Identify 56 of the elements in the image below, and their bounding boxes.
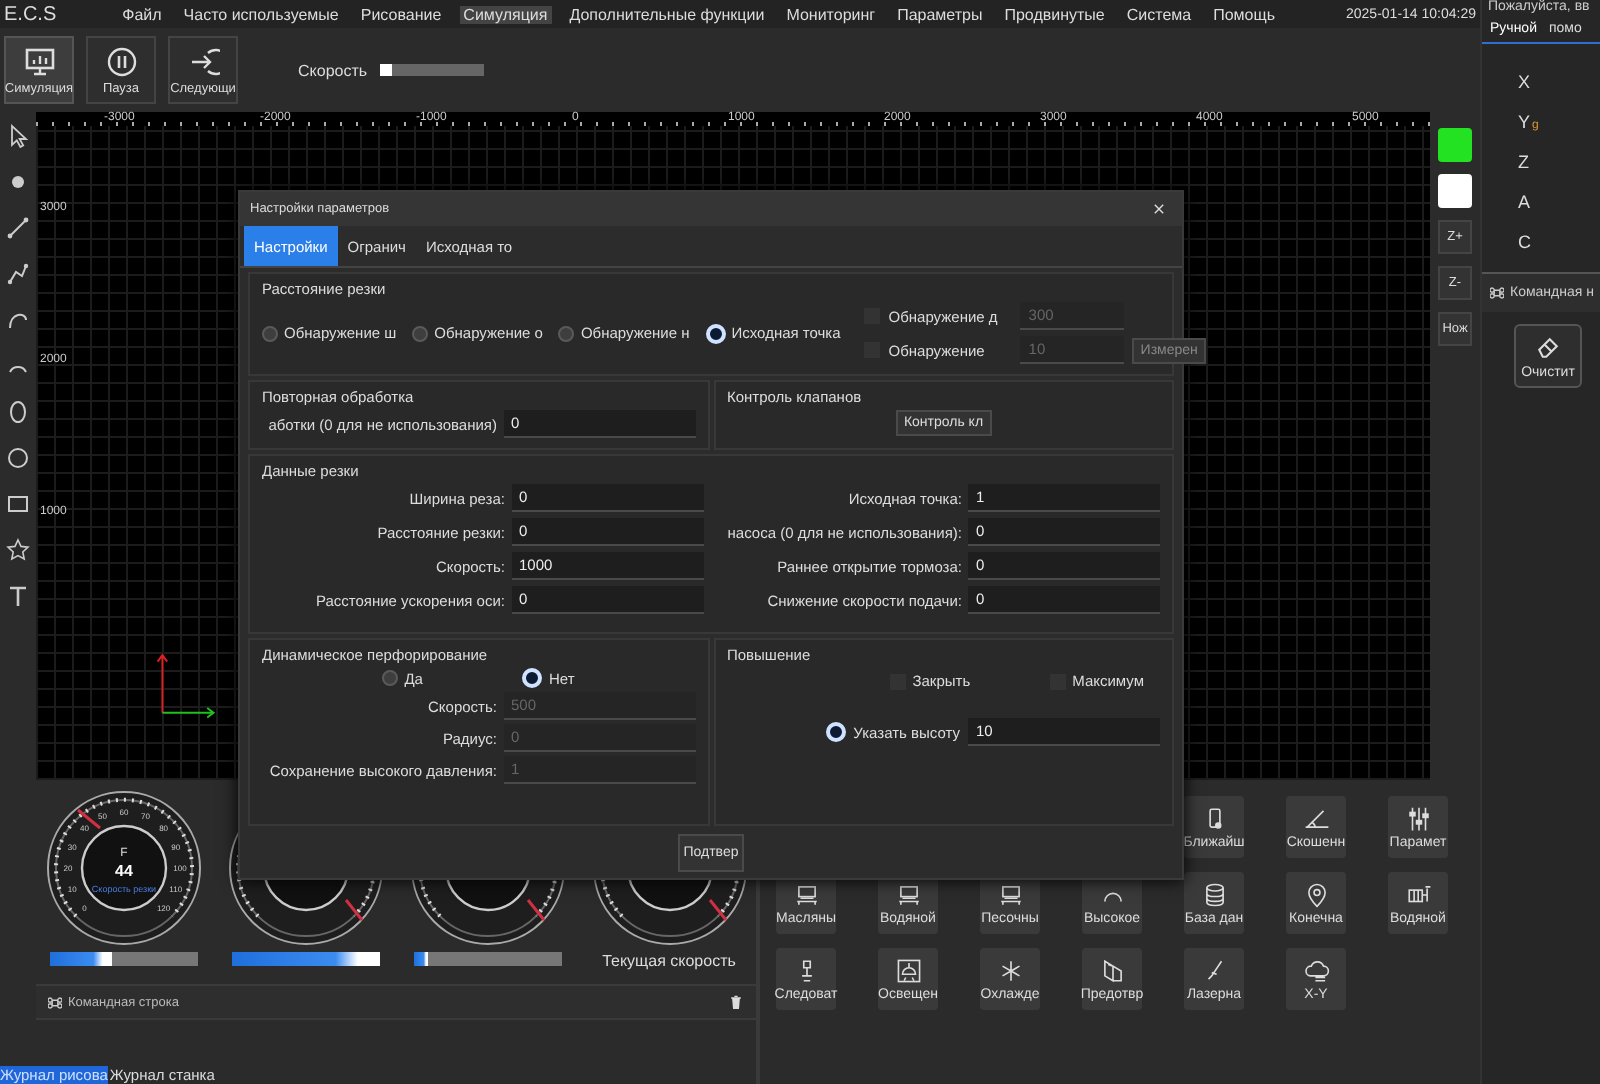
menu-item[interactable]: Помощь [1209,5,1279,23]
text-tool-icon[interactable] [6,584,30,608]
command-icon [1490,286,1504,300]
monitor-icon [23,45,55,77]
speed-slider[interactable] [379,64,484,76]
menu-item[interactable]: Продвинутые [1000,5,1109,23]
radio-button[interactable] [412,325,429,341]
angle-icon [1303,805,1329,831]
database-icon [1201,881,1227,907]
line-tool-icon[interactable] [6,216,30,240]
menu-item[interactable]: Параметры [893,5,987,23]
radio-button[interactable] [382,670,399,686]
star-tool-icon[interactable] [6,538,30,562]
axis-label: C [1518,232,1531,252]
color-swatch[interactable] [1438,174,1472,208]
axis-label: Z [1518,152,1529,172]
ellipse-tool-icon[interactable] [6,400,30,424]
sliders-icon [1405,805,1431,831]
lamp-icon [895,957,921,983]
menu-item[interactable]: Файл [118,5,166,23]
polyline-tool-icon[interactable] [6,262,30,286]
circle-tool-icon[interactable] [6,446,30,470]
curve-tool-icon[interactable] [6,308,30,332]
machine-icon [895,881,921,907]
menu-item[interactable]: Мониторинг [782,5,880,23]
axis-label: X [1518,72,1531,92]
trash-icon[interactable] [728,994,744,1010]
machine-icon [793,881,819,907]
radio-button[interactable] [558,325,575,341]
menu-item[interactable]: Часто используемые [179,5,343,23]
rect-tool-icon[interactable] [6,492,30,516]
axis-label: Y [1518,112,1531,132]
axis-label: A [1518,192,1531,212]
gauge-title: Текущая скорость [602,952,736,970]
pointer-tool-icon[interactable] [6,124,30,148]
menu-item[interactable]: Дополнительные функции [565,5,769,23]
menu-item[interactable]: Система [1122,5,1196,23]
menu-item[interactable]: Рисование [356,5,446,23]
speed-label: Скорость [298,61,368,79]
machine-icon [997,881,1023,907]
pump-icon [1405,881,1431,907]
gauge-value: 44 [115,862,133,880]
snowflake-icon [997,957,1023,983]
command-icon [48,995,62,1009]
app-logo: E.C.S [4,3,57,25]
radio-button[interactable] [262,325,278,341]
eraser-icon [1534,333,1562,361]
axis-drawing [156,648,220,720]
cloud-icon [1303,957,1329,983]
color-swatch[interactable] [1438,128,1472,162]
dot-tool-icon[interactable] [6,170,30,194]
pin-icon [1303,881,1329,907]
pause-icon [105,45,137,77]
arrow-in-circle-icon [187,45,219,77]
menu-item[interactable]: Симуляция [459,5,552,23]
close-icon[interactable] [1152,202,1166,216]
